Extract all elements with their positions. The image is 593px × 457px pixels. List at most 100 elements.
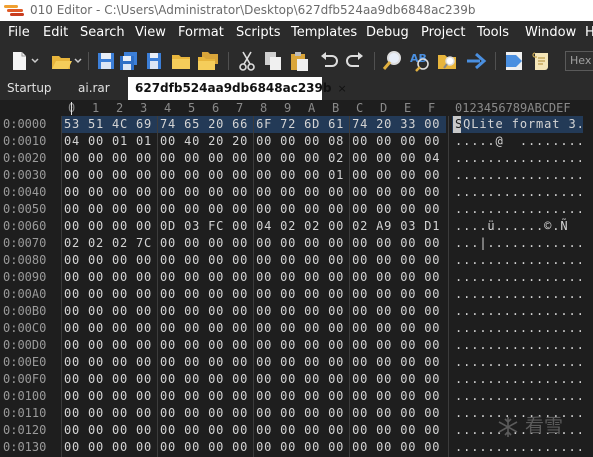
open-file-icon[interactable] xyxy=(50,50,82,72)
row-hex-bytes[interactable]: 00 00 00 00 00 00 00 00 00 00 00 00 00 0… xyxy=(64,269,440,286)
tab-label: Startup xyxy=(7,81,52,95)
row-hex-bytes[interactable]: 00 00 00 00 00 00 00 00 00 00 00 00 00 0… xyxy=(64,388,440,405)
row-ascii[interactable]: ................ xyxy=(455,286,585,303)
column-header-cell: F xyxy=(428,101,436,115)
ascii-divider xyxy=(448,116,449,457)
row-hex-bytes[interactable]: 53 51 4C 69 74 65 20 66 6F 72 6D 61 74 2… xyxy=(64,116,440,133)
row-ascii[interactable]: ................ xyxy=(455,371,585,388)
row-hex-bytes[interactable]: 00 00 00 00 00 00 00 00 00 00 00 00 00 0… xyxy=(64,354,440,371)
title-bar: 010 Editor - C:\Users\Administrator\Desk… xyxy=(0,0,593,21)
row-offset: 0:0040 xyxy=(3,185,47,199)
toolbar-separator xyxy=(495,52,496,70)
window-title: 010 Editor - C:\Users\Administrator\Desk… xyxy=(30,3,476,17)
tab-active-file[interactable]: 627dfb524aa9db6848ac239b × xyxy=(128,77,347,100)
redo-icon[interactable] xyxy=(344,50,366,72)
menu-view[interactable]: View xyxy=(135,24,166,42)
row-ascii[interactable]: ................ xyxy=(455,337,585,354)
row-ascii[interactable]: ................ xyxy=(455,320,585,337)
column-header-cell: 3 xyxy=(140,101,148,115)
menu-edit[interactable]: Edit xyxy=(43,24,68,42)
row-offset: 0:0030 xyxy=(3,168,47,182)
folder-icon[interactable] xyxy=(170,50,192,72)
row-ascii[interactable]: ................ xyxy=(455,150,585,167)
menu-format[interactable]: Format xyxy=(178,24,224,42)
row-ascii[interactable]: ................ xyxy=(455,167,585,184)
cut-icon[interactable] xyxy=(236,50,258,72)
row-ascii[interactable]: ................ xyxy=(455,303,585,320)
row-hex-bytes[interactable]: 00 00 00 00 00 00 00 00 00 00 00 00 00 0… xyxy=(64,422,440,439)
goto-arrow-icon[interactable] xyxy=(465,50,487,72)
menu-tools[interactable]: Tools xyxy=(477,24,509,42)
column-header-cell: C xyxy=(356,101,364,115)
column-header-cell: 1 xyxy=(92,101,100,115)
find-icon[interactable] xyxy=(382,50,404,72)
toolbar: AB Hex xyxy=(0,45,593,77)
row-hex-bytes[interactable]: 00 00 00 00 0D 03 FC 00 04 02 02 00 02 A… xyxy=(64,218,440,235)
row-ascii[interactable]: ................ xyxy=(455,184,585,201)
hex-search-field[interactable]: Hex xyxy=(565,51,593,71)
row-ascii[interactable]: ................ xyxy=(455,201,585,218)
find-in-files-icon[interactable] xyxy=(436,50,460,72)
row-hex-bytes[interactable]: 00 00 00 00 00 00 00 00 00 00 00 00 00 0… xyxy=(64,320,440,337)
row-hex-bytes[interactable]: 00 00 00 00 00 00 00 00 00 00 00 00 00 0… xyxy=(64,371,440,388)
menu-project[interactable]: Project xyxy=(421,24,465,42)
row-offset: 0:0130 xyxy=(3,440,47,454)
paste-icon[interactable] xyxy=(288,50,310,72)
column-header-cell: 2 xyxy=(116,101,124,115)
row-ascii[interactable]: SQLite format 3. xyxy=(455,116,585,133)
undo-icon[interactable] xyxy=(318,50,340,72)
menu-search[interactable]: Search xyxy=(80,24,125,42)
app-logo-icon xyxy=(4,5,26,16)
hex-editor[interactable]: 0123456789ABCDEF 0123456789ABCDEF 0:0000… xyxy=(0,100,593,457)
row-offset: 0:0110 xyxy=(3,406,47,420)
row-ascii[interactable]: ................ xyxy=(455,269,585,286)
tab-ai-rar[interactable]: ai.rar xyxy=(78,77,110,100)
row-hex-bytes[interactable]: 00 00 00 00 00 00 00 00 00 00 00 00 00 0… xyxy=(64,201,440,218)
save-icon[interactable] xyxy=(95,50,117,72)
menu-templates[interactable]: Templates xyxy=(291,24,357,42)
row-hex-bytes[interactable]: 00 00 00 00 00 00 00 00 00 00 00 01 00 0… xyxy=(64,167,440,184)
menu-window[interactable]: Window xyxy=(525,24,576,42)
tab-close-icon[interactable]: × xyxy=(337,82,346,95)
column-header-cell: E xyxy=(404,101,412,115)
row-offset: 0:00B0 xyxy=(3,304,47,318)
row-hex-bytes[interactable]: 02 02 02 7C 00 00 00 00 00 00 00 00 00 0… xyxy=(64,235,440,252)
menu-scripts[interactable]: Scripts xyxy=(236,24,280,42)
menu-help[interactable]: H xyxy=(585,24,593,42)
row-offset: 0:0000 xyxy=(3,117,47,131)
column-header-cell: 8 xyxy=(260,101,268,115)
new-file-icon[interactable] xyxy=(10,50,40,72)
template-icon[interactable] xyxy=(503,50,527,72)
row-ascii[interactable]: ................ xyxy=(455,439,585,456)
folder-multi-icon[interactable] xyxy=(196,50,220,72)
row-ascii[interactable]: ................ xyxy=(455,252,585,269)
column-header-cell: 6 xyxy=(212,101,220,115)
row-offset: 0:0090 xyxy=(3,270,47,284)
row-hex-bytes[interactable]: 00 00 00 00 00 00 00 00 00 00 00 02 00 0… xyxy=(64,150,440,167)
save-all-icon[interactable] xyxy=(118,50,140,72)
row-hex-bytes[interactable]: 00 00 00 00 00 00 00 00 00 00 00 00 00 0… xyxy=(64,405,440,422)
replace-icon[interactable]: AB xyxy=(408,50,432,72)
script-icon[interactable] xyxy=(531,50,555,72)
row-hex-bytes[interactable]: 00 00 00 00 00 00 00 00 00 00 00 00 00 0… xyxy=(64,252,440,269)
row-ascii[interactable]: .....@ ........ xyxy=(455,133,585,150)
toolbar-separator xyxy=(88,52,89,70)
row-ascii[interactable]: ................ xyxy=(455,354,585,371)
row-offset: 0:0120 xyxy=(3,423,47,437)
menu-debug[interactable]: Debug xyxy=(366,24,409,42)
open-folder-icon[interactable] xyxy=(143,50,165,72)
row-hex-bytes[interactable]: 04 00 01 01 00 40 20 20 00 00 00 08 00 0… xyxy=(64,133,440,150)
row-hex-bytes[interactable]: 00 00 00 00 00 00 00 00 00 00 00 00 00 0… xyxy=(64,439,440,456)
menu-file[interactable]: File xyxy=(8,24,30,42)
row-hex-bytes[interactable]: 00 00 00 00 00 00 00 00 00 00 00 00 00 0… xyxy=(64,337,440,354)
row-offset: 0:0060 xyxy=(3,219,47,233)
tab-startup[interactable]: Startup xyxy=(7,77,52,100)
row-hex-bytes[interactable]: 00 00 00 00 00 00 00 00 00 00 00 00 00 0… xyxy=(64,303,440,320)
copy-icon[interactable] xyxy=(262,50,284,72)
row-hex-bytes[interactable]: 00 00 00 00 00 00 00 00 00 00 00 00 00 0… xyxy=(64,184,440,201)
row-hex-bytes[interactable]: 00 00 00 00 00 00 00 00 00 00 00 00 00 0… xyxy=(64,286,440,303)
row-ascii[interactable]: ...|............ xyxy=(455,235,585,252)
row-offset: 0:00F0 xyxy=(3,372,47,386)
row-ascii[interactable]: ....ü......©.Ñ xyxy=(455,218,568,235)
row-ascii[interactable]: ................ xyxy=(455,388,585,405)
